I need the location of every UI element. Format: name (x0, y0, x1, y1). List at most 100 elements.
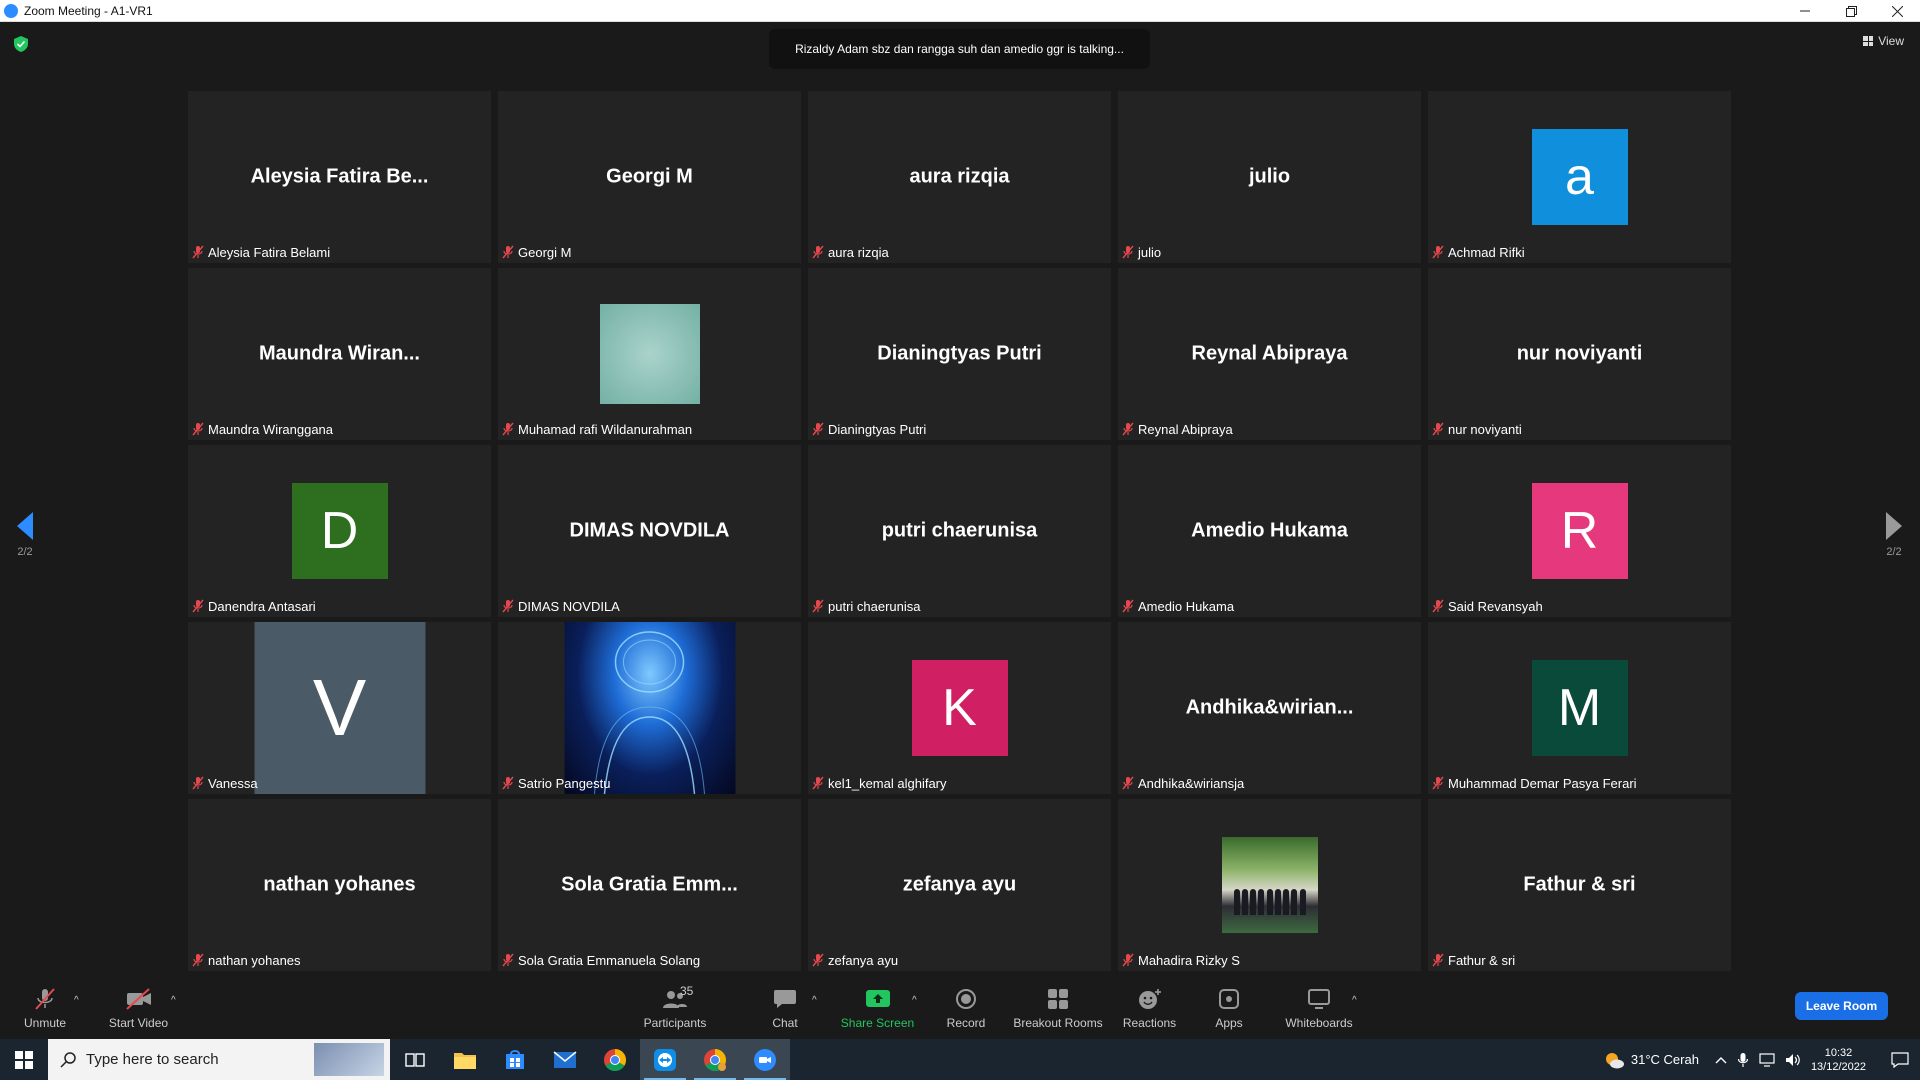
talking-indicator: Rizaldy Adam sbz dan rangga suh dan amed… (769, 29, 1150, 69)
start-video-button[interactable]: Start Video (106, 977, 171, 1039)
task-view-button[interactable] (390, 1039, 440, 1080)
previous-page-button[interactable]: 2/2 (17, 512, 33, 558)
apps-button[interactable]: Apps (1214, 977, 1244, 1039)
unmute-button[interactable]: Unmute (20, 977, 70, 1039)
clock-time: 10:32 (1824, 1046, 1853, 1059)
participant-tile[interactable]: DIMAS NOVDILA DIMAS NOVDILA (498, 445, 801, 617)
mic-muted-icon (502, 599, 514, 613)
participant-avatar: D (291, 483, 388, 579)
meeting-toolbar: Unmute ^ Start Video ^ 35 Participants C… (0, 977, 1920, 1039)
taskbar-file-explorer[interactable] (440, 1039, 490, 1080)
microphone-icon[interactable] (1737, 1052, 1749, 1068)
participant-tile[interactable]: Sola Gratia Emm... Sola Gratia Emmanuela… (498, 799, 801, 971)
mic-muted-icon (502, 953, 514, 967)
taskbar-mail[interactable] (540, 1039, 590, 1080)
whiteboards-options-caret-icon[interactable]: ^ (1352, 995, 1357, 1006)
participant-tile[interactable]: Satrio Pangestu (498, 622, 801, 794)
audio-options-caret-icon[interactable]: ^ (74, 995, 79, 1006)
participant-name-label: kel1_kemal alghifary (812, 774, 947, 792)
close-window-button[interactable] (1874, 0, 1920, 22)
taskbar-search-box[interactable]: Type here to search (48, 1039, 390, 1080)
taskbar-zoom[interactable] (740, 1039, 790, 1080)
participant-tile[interactable]: a Achmad Rifki (1428, 91, 1731, 263)
participant-display-name: Maundra Wiran... (259, 342, 420, 365)
notifications-button[interactable] (1880, 1039, 1920, 1080)
view-button[interactable]: View (1863, 34, 1904, 48)
participant-name-label: Muhammad Demar Pasya Ferari (1432, 774, 1637, 792)
participants-button[interactable]: 35 Participants (640, 977, 710, 1039)
mic-muted-icon (192, 245, 204, 259)
participant-tile[interactable]: Aleysia Fatira Be... Aleysia Fatira Bela… (188, 91, 491, 263)
encryption-shield-icon[interactable] (14, 36, 28, 57)
participant-name-label: Georgi M (502, 243, 571, 261)
view-label: View (1878, 34, 1904, 48)
participant-tile[interactable]: M Muhammad Demar Pasya Ferari (1428, 622, 1731, 794)
taskbar-teamviewer[interactable] (640, 1039, 690, 1080)
participant-tile[interactable]: Georgi M Georgi M (498, 91, 801, 263)
participant-tile[interactable]: nur noviyanti nur noviyanti (1428, 268, 1731, 440)
participant-tile[interactable]: Mahadira Rizky S (1118, 799, 1421, 971)
participant-display-name: Amedio Hukama (1191, 519, 1348, 542)
minimize-button[interactable] (1782, 0, 1828, 22)
whiteboard-icon (1307, 986, 1331, 1012)
participant-tile[interactable]: Amedio Hukama Amedio Hukama (1118, 445, 1421, 617)
participant-name: kel1_kemal alghifary (828, 775, 947, 791)
leave-room-button[interactable]: Leave Room (1795, 992, 1888, 1020)
mic-muted-icon (1122, 776, 1134, 790)
participant-tile[interactable]: aura rizqia aura rizqia (808, 91, 1111, 263)
participant-tile[interactable]: Fathur & sri Fathur & sri (1428, 799, 1731, 971)
participant-display-name: Reynal Abipraya (1191, 342, 1348, 365)
reactions-button[interactable]: Reactions (1122, 977, 1177, 1039)
participant-tile[interactable]: Dianingtyas Putri Dianingtyas Putri (808, 268, 1111, 440)
record-button[interactable]: Record (945, 977, 987, 1039)
taskbar-store[interactable] (490, 1039, 540, 1080)
participant-avatar: V (254, 622, 425, 794)
mic-muted-icon (502, 776, 514, 790)
participant-tile[interactable]: R Said Revansyah (1428, 445, 1731, 617)
participant-tile[interactable]: julio julio (1118, 91, 1421, 263)
share-screen-button[interactable]: Share Screen (840, 977, 915, 1039)
participant-tile[interactable]: nathan yohanes nathan yohanes (188, 799, 491, 971)
chevron-up-icon[interactable] (1715, 1055, 1727, 1065)
breakout-rooms-button[interactable]: Breakout Rooms (1013, 977, 1103, 1039)
participant-tile[interactable]: Andhika&wirian... Andhika&wiriansja (1118, 622, 1421, 794)
video-options-caret-icon[interactable]: ^ (171, 995, 176, 1006)
participant-tile[interactable]: K kel1_kemal alghifary (808, 622, 1111, 794)
participant-avatar: M (1531, 660, 1628, 756)
volume-icon[interactable] (1785, 1053, 1801, 1067)
participant-tile[interactable]: Reynal Abipraya Reynal Abipraya (1118, 268, 1421, 440)
participant-tile[interactable]: Maundra Wiran... Maundra Wiranggana (188, 268, 491, 440)
mic-muted-icon (1432, 245, 1444, 259)
chat-options-caret-icon[interactable]: ^ (812, 995, 817, 1006)
unmute-label: Unmute (23, 1016, 67, 1030)
participant-tile[interactable]: Muhamad rafi Wildanurahman (498, 268, 801, 440)
video-off-icon (125, 986, 153, 1012)
windows-start-button[interactable] (0, 1039, 48, 1080)
participant-name-label: Mahadira Rizky S (1122, 951, 1240, 969)
participant-tile[interactable]: V Vanessa (188, 622, 491, 794)
taskbar-clock[interactable]: 10:32 13/12/2022 (1811, 1046, 1866, 1074)
search-highlight-image (314, 1043, 384, 1076)
clock-date: 13/12/2022 (1810, 1060, 1866, 1073)
participant-name: Danendra Antasari (208, 598, 316, 614)
chat-button[interactable]: Chat (765, 977, 805, 1039)
participant-tile[interactable]: D Danendra Antasari (188, 445, 491, 617)
next-page-button[interactable]: 2/2 (1886, 512, 1902, 558)
network-icon[interactable] (1759, 1052, 1775, 1067)
restore-button[interactable] (1828, 0, 1874, 22)
share-options-caret-icon[interactable]: ^ (912, 995, 917, 1006)
mail-icon (553, 1050, 577, 1068)
whiteboards-button[interactable]: Whiteboards (1283, 977, 1355, 1039)
search-icon (60, 1051, 76, 1068)
taskbar-chrome-profile[interactable] (690, 1039, 740, 1080)
mic-muted-icon (502, 422, 514, 436)
participant-name: Maundra Wiranggana (208, 421, 334, 437)
mic-muted-icon (1432, 953, 1444, 967)
participant-profile-picture (564, 622, 735, 794)
taskbar-chrome[interactable] (590, 1039, 640, 1080)
participant-tile[interactable]: zefanya ayu zefanya ayu (808, 799, 1111, 971)
participant-name: Satrio Pangestu (518, 775, 611, 791)
participant-name-label: Muhamad rafi Wildanurahman (502, 420, 692, 438)
weather-widget[interactable]: 31°C Cerah (1603, 1050, 1699, 1070)
participant-tile[interactable]: putri chaerunisa putri chaerunisa (808, 445, 1111, 617)
